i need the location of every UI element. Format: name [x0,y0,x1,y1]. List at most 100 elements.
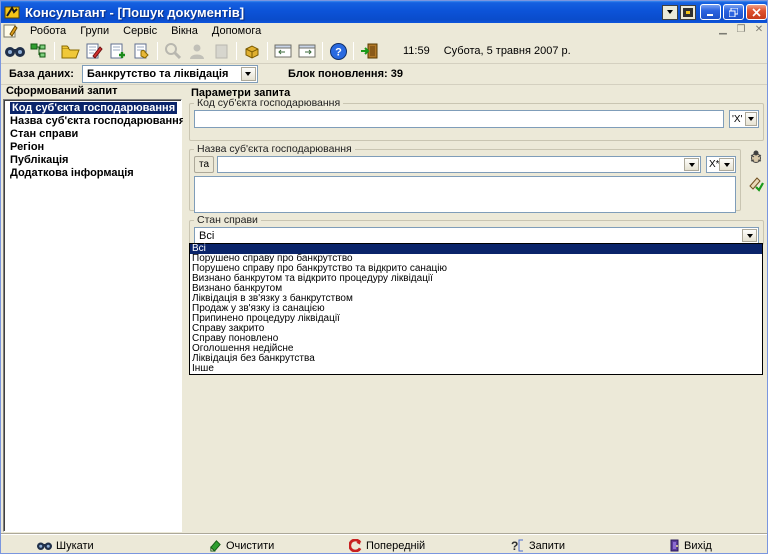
edit-check-icon[interactable] [748,176,764,192]
name-groupbox-label: Назва суб'єкта господарювання [194,143,355,155]
edit-document-icon [85,43,103,59]
person-button[interactable] [185,40,209,62]
database-combobox[interactable]: Банкрутство та ліквідація [82,65,258,83]
query-field-name[interactable]: Назва суб'єкта господарювання [10,115,181,128]
title-bar: Консультант - [Пошук документів] [1,1,768,23]
panel-left-button[interactable] [271,40,295,62]
close-button[interactable] [746,4,767,20]
mdi-restore-button[interactable]: ❐ [735,24,747,35]
code-mask-combobox[interactable]: 'X' [729,110,759,128]
query-field-state[interactable]: Стан справи [10,128,181,141]
document-button[interactable] [209,40,233,62]
clear-button[interactable]: Очистити [209,537,274,554]
exit-button[interactable] [357,40,381,62]
name-combobox-arrow[interactable] [684,158,699,171]
query-field-publication[interactable]: Публікація [10,154,181,167]
name-groupbox: Назва суб'єкта господарювання та X* [189,143,741,211]
name-terms-listbox[interactable] [194,176,736,213]
database-combobox-arrow[interactable] [241,67,256,81]
add-document-icon [109,43,127,59]
state-option[interactable]: Ліквідація без банкрутства [190,354,762,364]
document-actions-icon [133,43,151,59]
title-grid-button[interactable] [680,5,696,20]
code-input[interactable] [194,110,724,128]
chevron-down-icon [748,117,754,121]
edit-document-button[interactable] [82,40,106,62]
search-button[interactable]: Шукати [37,537,94,554]
panel-splitter[interactable] [183,85,187,534]
state-groupbox: Стан справи Всі [189,214,764,245]
add-document-button[interactable] [106,40,130,62]
previous-icon [349,539,362,552]
queries-icon: ? [511,539,525,552]
help-icon: ? [330,43,347,60]
chevron-down-icon [667,10,673,14]
code-mask-arrow[interactable] [745,112,757,126]
zoom-button[interactable] [161,40,185,62]
name-mask-arrow[interactable] [719,158,734,171]
code-mask-value: 'X' [732,114,743,125]
code-groupbox-label: Код суб'єкта господарювання [194,97,343,109]
application-window: Консультант - [Пошук документів] Робота … [0,0,768,554]
minimize-button[interactable] [700,4,721,20]
clock-date: Субота, 5 травня 2007 р. [444,45,571,57]
query-field-extra-info[interactable]: Додаткова інформація [10,167,181,180]
menu-bar: Робота Групи Сервіс Вікна Допомога ▁ ❐ ✕ [1,23,768,39]
clear-icon [209,539,222,552]
document-actions-button[interactable] [130,40,154,62]
title-dropdown-button[interactable] [662,5,678,20]
document-icon [215,44,228,59]
query-field-region[interactable]: Регіон [10,141,181,154]
panel-right-button[interactable] [295,40,319,62]
package-button[interactable] [240,40,264,62]
exit-door-icon [360,43,378,59]
state-combobox[interactable]: Всі [194,227,759,244]
person-icon [190,44,204,59]
query-panel-header: Сформований запит [1,85,183,98]
menu-dopomoga[interactable]: Допомога [205,24,268,38]
update-block-label: Блок поновлення: 39 [288,68,403,80]
update-block-value: 39 [391,68,403,80]
menu-robota[interactable]: Робота [23,24,73,38]
grid-icon [683,8,693,17]
open-folder-button[interactable] [58,40,82,62]
menu-grupy[interactable]: Групи [73,24,116,38]
state-option[interactable]: Припинено процедуру ліквідації [190,314,762,324]
mdi-close-button[interactable]: ✕ [753,24,765,35]
code-groupbox: Код суб'єкта господарювання 'X' [189,97,764,141]
state-combobox-arrow[interactable] [742,229,757,242]
svg-text:?: ? [511,539,518,552]
groups-tree-icon [30,43,48,59]
previous-button[interactable]: Попередній [349,537,425,554]
queries-button[interactable]: ? Запити [511,537,565,554]
name-combobox[interactable] [217,156,701,173]
database-bar: База даних: Банкрутство та ліквідація Бл… [1,64,768,85]
chevron-down-icon [245,72,251,76]
state-dropdown-list: Всі Порушено справу про банкрутство Пору… [189,243,763,375]
exit-button-bottom[interactable]: Вихід [669,537,712,554]
name-mask-combobox[interactable]: X* [706,156,736,173]
restore-icon [729,8,738,17]
menu-vikna[interactable]: Вікна [164,24,205,38]
minimize-icon [707,8,715,16]
bottom-action-bar: Шукати Очистити Попередній ? Запити [1,534,768,554]
state-option[interactable]: Інше [190,364,762,374]
svg-text:?: ? [335,46,342,58]
help-button[interactable]: ? [326,40,350,62]
mdi-minimize-button[interactable]: ▁ [717,24,729,35]
search-binoculars-button[interactable] [3,40,27,62]
chevron-down-icon [724,163,730,167]
name-mask-value: X* [709,159,720,170]
app-icon [4,4,20,20]
groups-tree-button[interactable] [27,40,51,62]
database-label: База даних: [9,68,74,80]
thesaurus-icon[interactable] [748,149,764,165]
panel-left-icon [274,44,292,58]
query-field-code[interactable]: Код суб'єкта господарювання [10,102,181,115]
and-operator-button[interactable]: та [194,156,214,173]
clock-time: 11:59 [403,45,430,57]
zoom-icon [165,43,181,59]
chevron-down-icon [747,234,753,238]
menu-servis[interactable]: Сервіс [116,24,164,38]
restore-button[interactable] [723,4,744,20]
